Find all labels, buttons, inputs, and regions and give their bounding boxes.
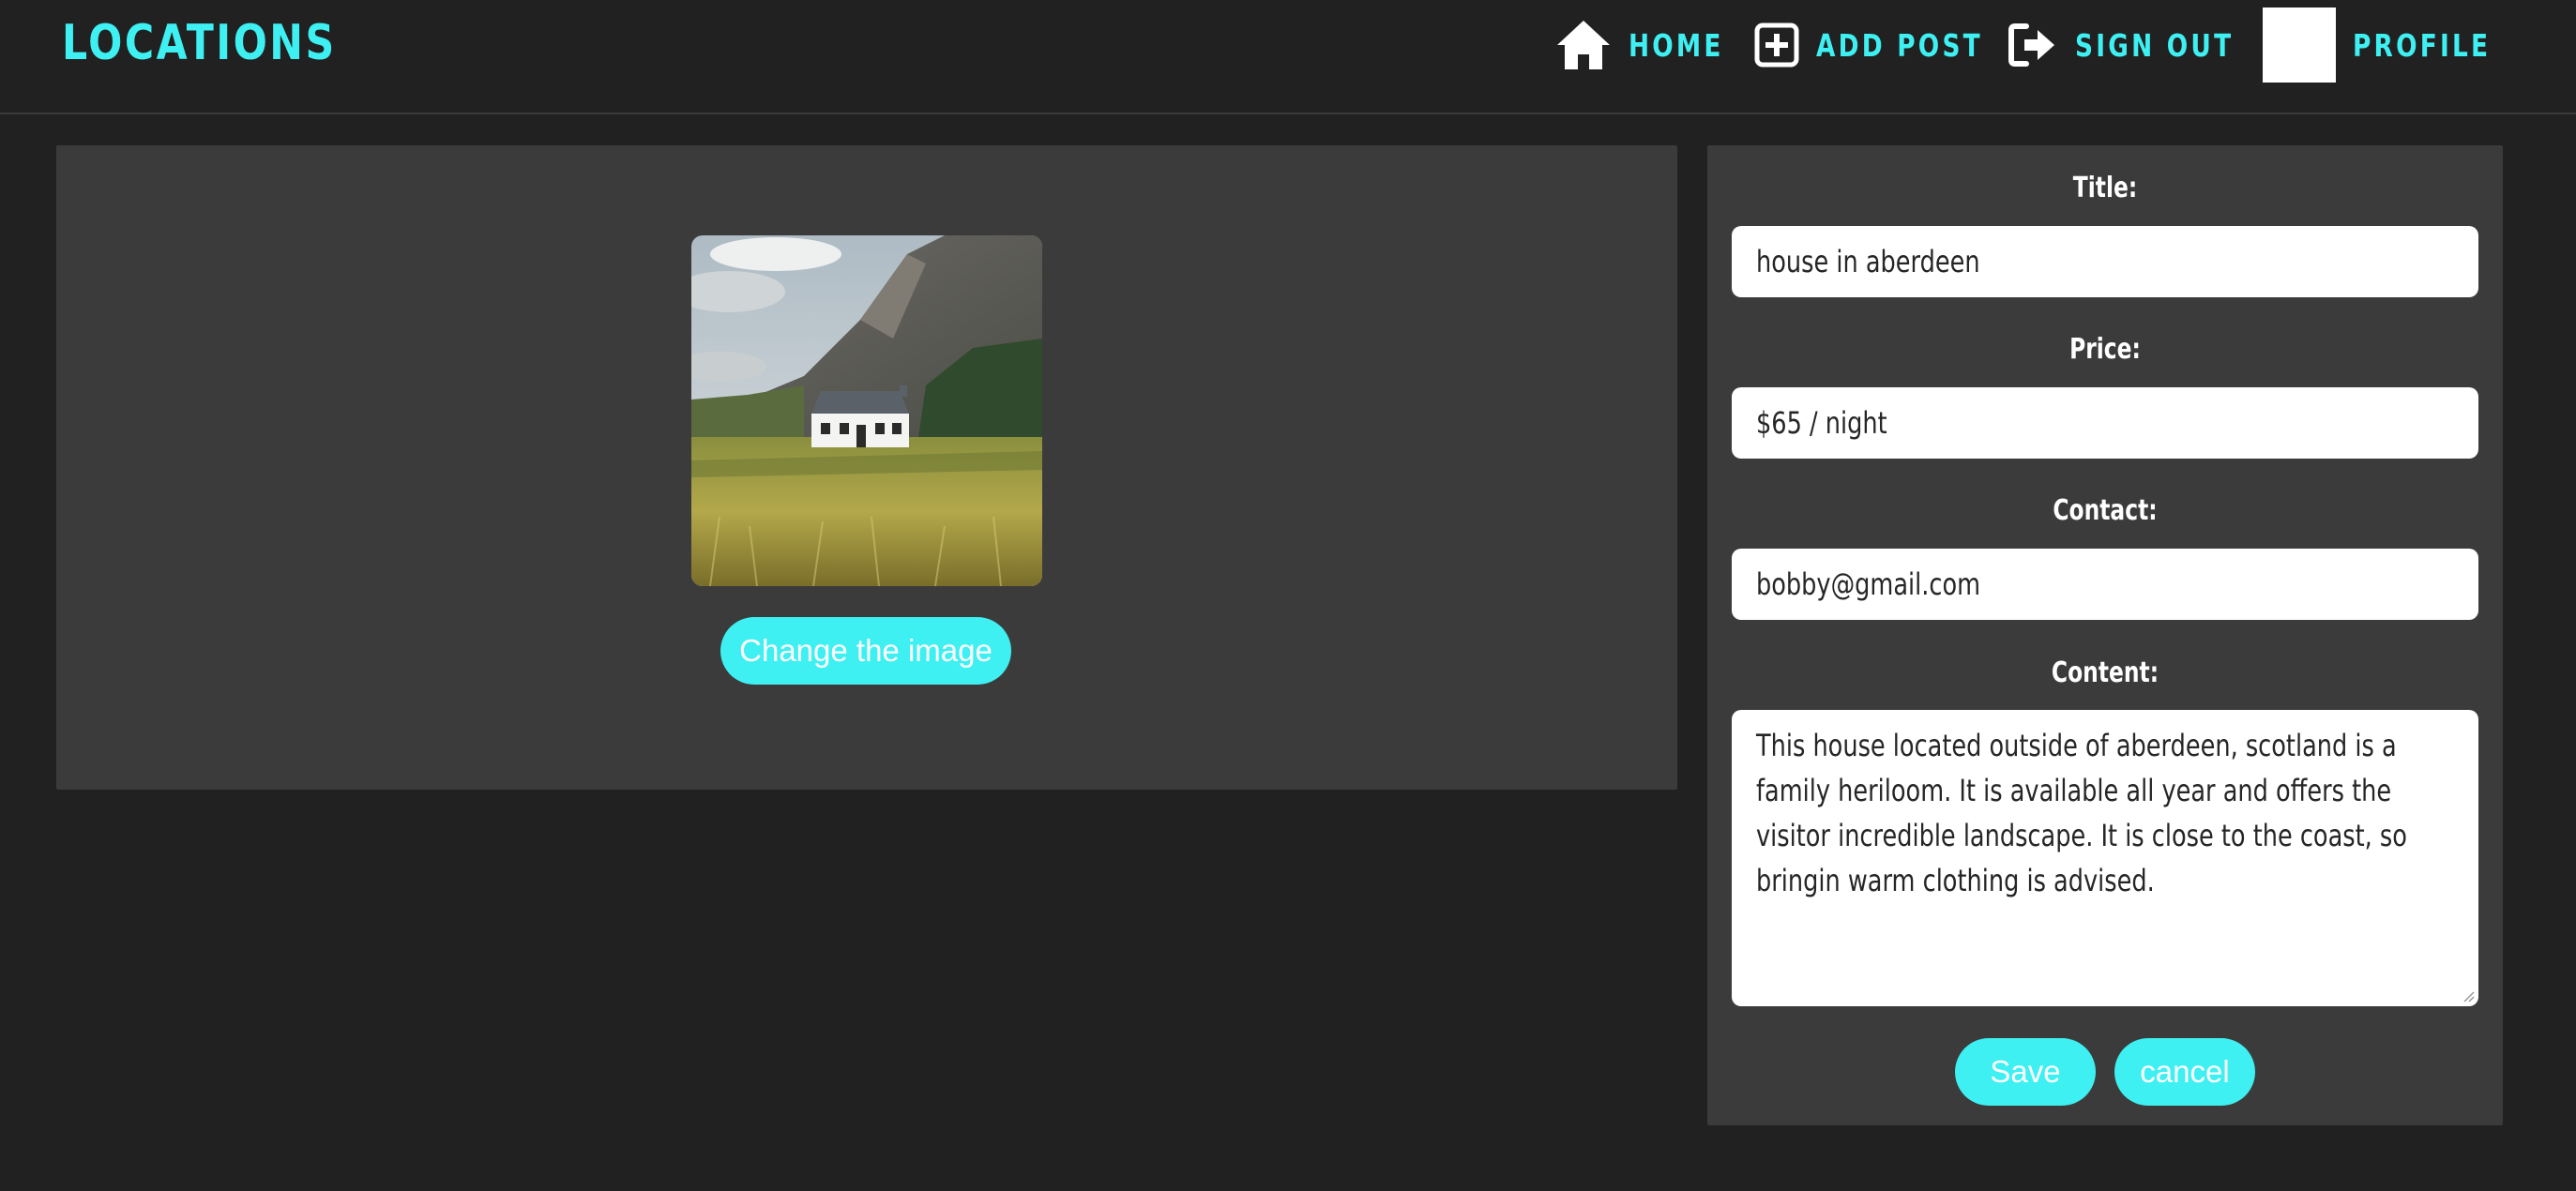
nav-sign-out-label: SIGN OUT	[2075, 26, 2235, 64]
contact-value: bobby@gmail.com	[1756, 566, 1981, 602]
price-label: Price:	[2069, 333, 2141, 366]
content-textarea[interactable]: This house located outside of aberdeen, …	[1732, 710, 2478, 1006]
nav-home-label: HOME	[1629, 26, 1724, 64]
sign-out-icon	[2008, 23, 2058, 68]
resize-grip-icon[interactable]	[2460, 987, 2475, 1003]
content-value: This house located outside of aberdeen, …	[1756, 728, 2407, 898]
contact-label: Contact:	[2053, 494, 2158, 527]
title-input[interactable]: house in aberdeen	[1732, 226, 2478, 297]
nav-profile-label: PROFILE	[2353, 26, 2492, 64]
avatar[interactable]	[2263, 8, 2336, 83]
price-value: $65 / night	[1756, 405, 1887, 441]
nav-home[interactable]: HOME	[1555, 17, 1748, 73]
price-input[interactable]: $65 / night	[1732, 387, 2478, 459]
brand-logo[interactable]: LOCATIONS	[62, 13, 337, 73]
navbar: LOCATIONS HOME ADD POST SIGN OUT PROFILE	[0, 0, 2576, 114]
nav-add-post[interactable]: ADD POST	[1754, 17, 2024, 73]
location-photo	[691, 235, 1042, 586]
change-image-button[interactable]: Change the image	[720, 617, 1011, 685]
nav-sign-out[interactable]: SIGN OUT	[2008, 17, 2274, 73]
contact-input[interactable]: bobby@gmail.com	[1732, 549, 2478, 620]
nav-add-post-label: ADD POST	[1816, 26, 1983, 64]
title-value: house in aberdeen	[1756, 244, 1980, 279]
image-panel: Change the image	[56, 145, 1677, 790]
cancel-button[interactable]: cancel	[2114, 1038, 2255, 1106]
plus-square-icon	[1754, 23, 1799, 68]
edit-post-form: Title: house in aberdeen Price: $65 / ni…	[1707, 145, 2503, 1125]
content-label: Content:	[2051, 656, 2159, 689]
title-label: Title:	[2072, 172, 2138, 204]
home-icon	[1555, 19, 1612, 71]
save-button[interactable]: Save	[1955, 1038, 2096, 1106]
nav-profile[interactable]: PROFILE	[2263, 8, 2525, 83]
